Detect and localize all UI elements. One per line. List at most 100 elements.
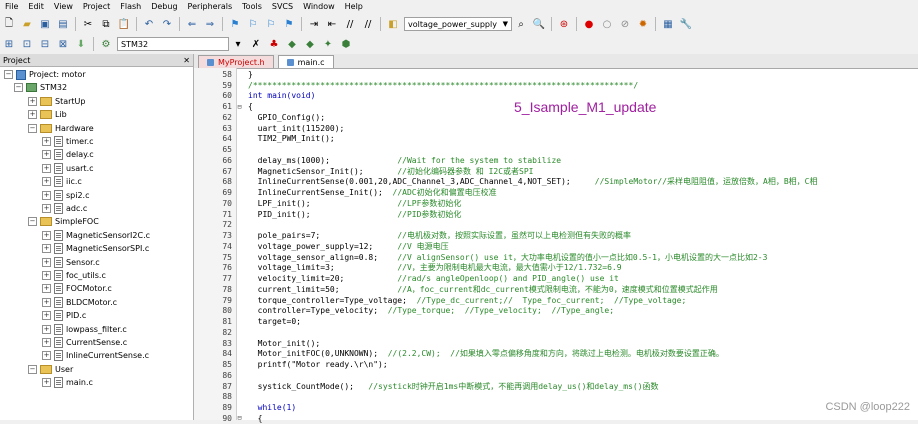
tree-item[interactable]: + delay.c	[42, 148, 94, 161]
indent-icon[interactable]: ⇥	[307, 17, 321, 31]
expand-icon[interactable]: +	[42, 177, 51, 187]
target-options-icon[interactable]: ⚙	[99, 37, 113, 51]
menu-item-edit[interactable]: Edit	[23, 0, 49, 14]
find-in-files-icon[interactable]: ◧	[386, 17, 400, 31]
tree-item[interactable]: + CurrentSense.c	[42, 336, 127, 349]
options-icon[interactable]: ✗	[249, 37, 263, 51]
expand-icon[interactable]: +	[42, 190, 51, 200]
collapse-icon[interactable]: −	[28, 217, 37, 227]
menu-item-file[interactable]: File	[0, 0, 23, 14]
fold-icon[interactable]: ⊟	[235, 414, 244, 422]
unindent-icon[interactable]: ⇤	[325, 17, 339, 31]
tree-item[interactable]: + lowpass_filter.c	[42, 323, 127, 336]
configure-icon[interactable]: 🔧	[679, 17, 693, 31]
expand-icon[interactable]: +	[42, 150, 51, 160]
expand-icon[interactable]: +	[42, 351, 51, 361]
tree-item[interactable]: − Hardware	[28, 122, 94, 135]
batch-build-icon[interactable]: ⊠	[56, 37, 70, 51]
target-dropdown-icon[interactable]: ▾	[231, 37, 245, 51]
menu-item-svcs[interactable]: SVCS	[267, 0, 298, 14]
menu-item-help[interactable]: Help	[340, 0, 368, 14]
tree-item[interactable]: − SimpleFOC	[28, 215, 99, 228]
tree-item[interactable]: + main.c	[42, 376, 93, 389]
collapse-icon[interactable]: −	[14, 83, 23, 93]
incremental-find-icon[interactable]: 🔍	[532, 17, 546, 31]
expand-icon[interactable]: +	[42, 378, 51, 388]
bookmark-clear-icon[interactable]: ⚑	[282, 17, 296, 31]
breakpoint-disable-icon[interactable]: ○	[600, 17, 614, 31]
menu-item-view[interactable]: View	[49, 0, 78, 14]
manage-project-icon[interactable]: ♣	[267, 37, 281, 51]
open-file-icon[interactable]: ▰	[20, 17, 34, 31]
tree-item[interactable]: + iic.c	[42, 175, 82, 188]
expand-icon[interactable]: +	[42, 338, 51, 347]
tab-myproject-h[interactable]: MyProject.h	[198, 55, 274, 68]
save-icon[interactable]: ▣	[38, 17, 52, 31]
tree-item[interactable]: + BLDCMotor.c	[42, 296, 117, 309]
pack-installer-icon[interactable]: ✦	[321, 37, 335, 51]
tree-item[interactable]: + PID.c	[42, 309, 86, 322]
tree-item[interactable]: + Sensor.c	[42, 256, 100, 269]
expand-icon[interactable]: +	[42, 257, 51, 267]
tree-item[interactable]: + MagneticSensorI2C.c	[42, 229, 150, 242]
tree-item[interactable]: + spi2.c	[42, 189, 90, 202]
find-combo[interactable]: voltage_power_supply ▼	[404, 17, 512, 31]
nav-forward-icon[interactable]: ⇒	[203, 17, 217, 31]
save-all-icon[interactable]: ▤	[56, 17, 70, 31]
target-select[interactable]: STM32	[117, 37, 229, 51]
download-icon[interactable]: ⬇	[74, 37, 88, 51]
new-file-icon[interactable]: 🗋	[2, 17, 16, 31]
tree-item[interactable]: + StartUp	[28, 95, 85, 108]
tree-item[interactable]: + foc_utils.c	[42, 269, 106, 282]
expand-icon[interactable]: +	[42, 244, 51, 254]
bookmark-prev-icon[interactable]: ⚐	[246, 17, 260, 31]
copy-icon[interactable]: ⧉	[99, 17, 113, 31]
collapse-icon[interactable]: −	[28, 364, 37, 374]
expand-icon[interactable]: +	[28, 110, 37, 120]
breakpoint-icon[interactable]: ●	[582, 17, 596, 31]
tree-item[interactable]: − User	[28, 363, 73, 376]
find-icon[interactable]: ⌕	[514, 17, 528, 31]
bookmark-next-icon[interactable]: ⚐	[264, 17, 278, 31]
tree-item[interactable]: + timer.c	[42, 135, 94, 148]
undo-icon[interactable]: ↶	[142, 17, 156, 31]
expand-icon[interactable]: +	[42, 137, 51, 146]
expand-icon[interactable]: +	[42, 204, 51, 213]
expand-icon[interactable]: +	[42, 311, 51, 321]
select-packs-icon[interactable]: ◆	[285, 37, 299, 51]
debug-session-icon[interactable]: ⊛	[557, 17, 571, 31]
tree-item[interactable]: + InlineCurrentSense.c	[42, 349, 149, 362]
paste-icon[interactable]: 📋	[117, 17, 131, 31]
build-icon[interactable]: ⊡	[20, 37, 34, 51]
tree-item[interactable]: + adc.c	[42, 202, 87, 215]
rte-icon[interactable]: ◆	[303, 37, 317, 51]
collapse-icon[interactable]: −	[28, 123, 37, 133]
tree-item[interactable]: − STM32	[14, 81, 67, 94]
breakpoint-clear-icon[interactable]: ⊘	[618, 17, 632, 31]
collapse-icon[interactable]: −	[4, 70, 13, 79]
redo-icon[interactable]: ↷	[160, 17, 174, 31]
expand-icon[interactable]: +	[28, 96, 37, 106]
tree-item[interactable]: + MagneticSensorSPI.c	[42, 242, 149, 255]
cut-icon[interactable]: ✂	[81, 17, 95, 31]
nav-back-icon[interactable]: ⇐	[185, 17, 199, 31]
cmsis-icon[interactable]: ⬢	[339, 37, 353, 51]
menu-item-debug[interactable]: Debug	[146, 0, 182, 14]
translate-icon[interactable]: ⊞	[2, 37, 16, 51]
expand-icon[interactable]: +	[42, 271, 51, 280]
comment-icon[interactable]: //	[343, 17, 357, 31]
menu-item-peripherals[interactable]: Peripherals	[183, 0, 238, 14]
code-area[interactable]: 58} 59/**********************************…	[194, 68, 918, 423]
tree-item[interactable]: + Lib	[28, 108, 67, 121]
close-icon[interactable]: ✕	[183, 56, 190, 65]
window-layout-icon[interactable]: ▦	[661, 17, 675, 31]
menu-item-tools[interactable]: Tools	[237, 0, 267, 14]
fold-icon[interactable]: ⊟	[235, 103, 244, 111]
tab-main-c[interactable]: main.c	[277, 55, 334, 68]
expand-icon[interactable]: +	[42, 163, 51, 173]
tree-item[interactable]: + FOCMotor.c	[42, 282, 112, 295]
expand-icon[interactable]: +	[42, 230, 51, 240]
bookmark-icon[interactable]: ⚑	[228, 17, 242, 31]
menu-item-flash[interactable]: Flash	[115, 0, 146, 14]
breakpoint-kill-icon[interactable]: ✹	[636, 17, 650, 31]
